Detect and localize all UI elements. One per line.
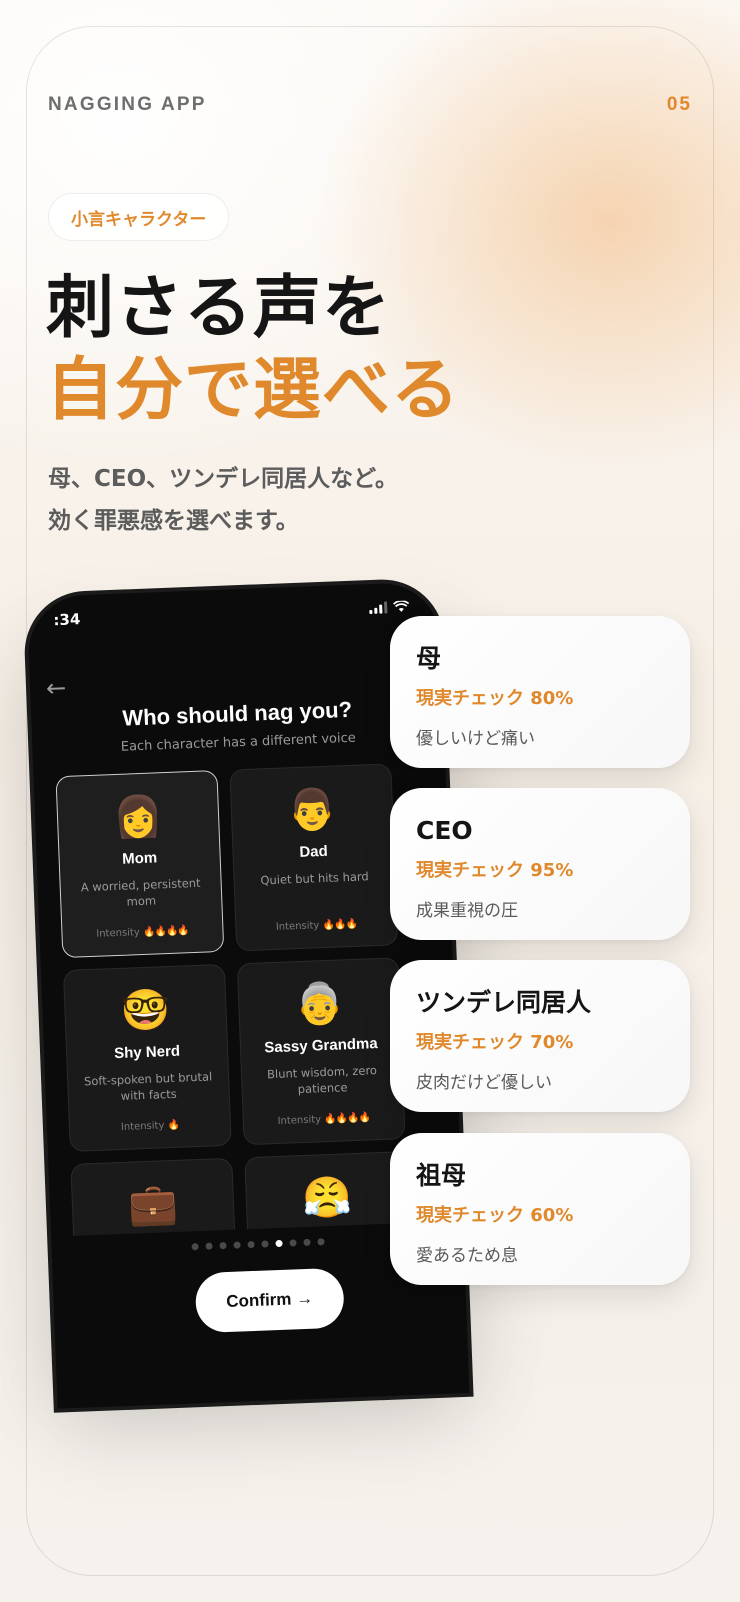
- intensity-label: Intensity: [277, 1114, 322, 1127]
- info-card-title: 祖母: [416, 1161, 467, 1190]
- headline-line-1: 刺さる声を: [46, 269, 392, 348]
- character-avatar-icon: 🤓: [119, 987, 172, 1035]
- character-name: Sassy Grandma: [264, 1035, 378, 1057]
- subtext: 母、CEO、ツンデレ同居人など。 効く罪悪感を選べます。: [48, 458, 398, 542]
- headline-line-2: 自分で選べる: [46, 351, 461, 430]
- character-info-card: ツンデレ同居人現実チェック 70% 皮肉だけど優しい: [390, 960, 690, 1112]
- intensity-label: Intensity: [120, 1120, 165, 1133]
- subtext-line-2: 効く罪悪感を選べます。: [48, 508, 299, 534]
- flame-icon: 🔥🔥🔥🔥: [324, 1112, 371, 1126]
- info-card-description: 愛あるため息: [416, 1246, 518, 1266]
- pagination-dot[interactable]: [260, 1240, 269, 1248]
- status-bar: :34: [53, 597, 410, 631]
- pagination-dot[interactable]: [302, 1238, 311, 1247]
- intensity-label: Intensity: [96, 927, 141, 940]
- character-name: Mom: [121, 849, 158, 868]
- signal-icon: [369, 601, 388, 615]
- character-description: Blunt wisdom, zero patience: [266, 1063, 378, 1097]
- flame-icon: 🔥🔥🔥: [322, 918, 358, 932]
- character-description: A worried, persistent mom: [80, 875, 201, 909]
- intensity-label: Intensity: [275, 920, 320, 933]
- intensity-meter: Intensity 🔥🔥🔥🔥: [244, 1111, 404, 1128]
- category-badge: 小言キャラクター: [48, 193, 230, 241]
- character-info-card: CEO 現実チェック 95% 成果重視の圧: [390, 788, 690, 940]
- reality-check-value: 現実チェック 95%: [416, 860, 574, 881]
- character-avatar-icon: 👩: [112, 793, 164, 842]
- character-card[interactable]: 👩 Mom A worried, persistent mom Intensity 🔥…: [55, 770, 225, 959]
- character-description: Soft-spoken but brutal with facts: [83, 1069, 213, 1103]
- character-name: Dad: [299, 842, 329, 861]
- flame-icon: 🔥: [167, 1119, 180, 1132]
- confirm-button[interactable]: Confirm →: [194, 1267, 345, 1334]
- info-card-title: ツンデレ同居人: [416, 988, 592, 1017]
- character-avatar-icon: 👨: [286, 786, 338, 835]
- brand-label: NAGGING APP: [48, 94, 207, 115]
- page-number: 05: [666, 94, 692, 115]
- intensity-meter: Intensity 🔥🔥🔥🔥: [62, 924, 222, 941]
- reality-check-value: 現実チェック 60%: [416, 1205, 574, 1226]
- character-avatar-icon: 💼: [127, 1180, 179, 1229]
- info-card-title: 母: [416, 644, 442, 673]
- reality-check-value: 現実チェック 70%: [416, 1032, 574, 1053]
- pagination-dot[interactable]: [246, 1240, 255, 1249]
- flame-icon: 🔥🔥🔥🔥: [142, 925, 189, 938]
- character-card[interactable]: 👵 Sassy Grandma Blunt wisdom, zero patienc…: [236, 957, 406, 1146]
- character-card[interactable]: 👨 Dad Quiet but hits hard Intensity 🔥🔥🔥: [229, 763, 399, 952]
- headline: 刺さる声を 自分で選べる: [46, 268, 460, 432]
- pagination-dot[interactable]: [316, 1238, 325, 1246]
- status-icons: [369, 600, 410, 615]
- subtext-line-1: 母、CEO、ツンデレ同居人など。: [48, 466, 398, 492]
- pagination-dot[interactable]: [232, 1241, 241, 1249]
- status-time: :34: [53, 610, 81, 630]
- info-card-description: 成果重視の圧: [416, 901, 518, 921]
- character-info-card: 母現実チェック 80% 優しいけど痛い: [390, 616, 690, 768]
- reality-check-value: 現実チェック 80%: [416, 688, 574, 709]
- intensity-meter: Intensity 🔥: [70, 1118, 230, 1135]
- character-description: Quiet but hits hard: [260, 869, 369, 888]
- info-card-description: 優しいけど痛い: [416, 729, 535, 749]
- category-badge-label: 小言キャラクター: [71, 209, 207, 230]
- character-name: Shy Nerd: [113, 1042, 181, 1063]
- pagination-dot[interactable]: [190, 1243, 199, 1251]
- pagination-dot[interactable]: [218, 1242, 227, 1250]
- info-card-description: 皮肉だけど優しい: [416, 1073, 552, 1093]
- character-avatar-icon: 👵: [293, 980, 346, 1029]
- pagination-dot[interactable]: [288, 1239, 297, 1247]
- back-arrow-icon[interactable]: ←: [46, 674, 67, 703]
- character-card[interactable]: 🤓 Shy Nerd Soft-spoken but brutal with fac…: [62, 963, 232, 1152]
- character-info-card: 祖母現実チェック 60% 愛あるため息: [390, 1133, 690, 1285]
- pagination-dot[interactable]: [204, 1242, 213, 1250]
- character-avatar-icon: 😤: [301, 1174, 353, 1223]
- intensity-meter: Intensity 🔥🔥🔥: [236, 917, 396, 934]
- info-card-title: CEO: [416, 816, 473, 845]
- pagination-dot[interactable]: [274, 1239, 283, 1248]
- wifi-icon: [392, 600, 410, 612]
